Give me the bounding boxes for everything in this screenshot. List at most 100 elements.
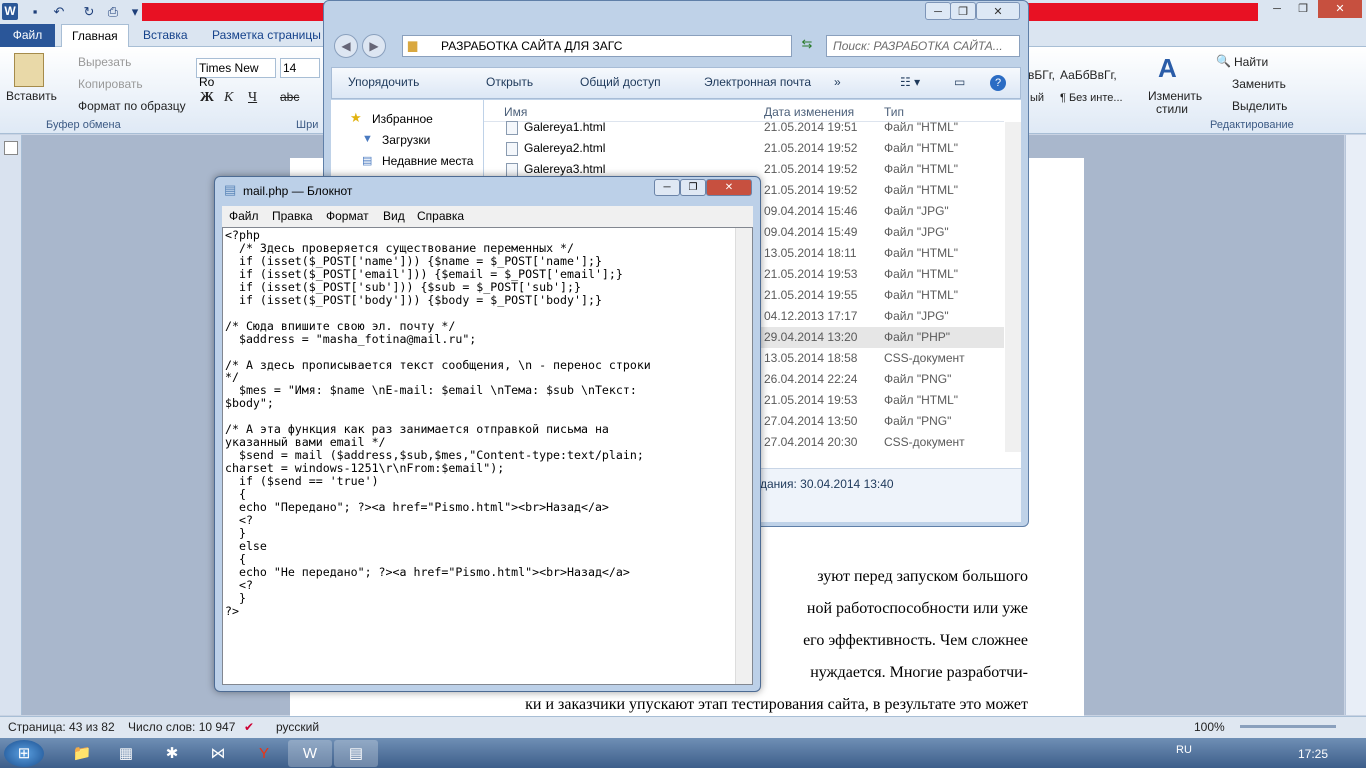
menu-format[interactable]: Формат [326,209,369,223]
zoom-level[interactable]: 100% [1194,720,1225,734]
tab-insert[interactable]: Вставка [133,24,198,47]
file-date: 29.04.2014 13:20 [764,330,858,344]
recent-places-icon: ▤ [362,155,373,167]
minimize-icon[interactable]: ─ [1264,0,1290,18]
app-taskbar-icon[interactable]: ✱ [150,740,194,767]
file-name: Galereya1.html [524,120,606,134]
menu-help[interactable]: Справка [417,209,464,223]
share-button[interactable]: Общий доступ [580,75,661,89]
redo-icon[interactable]: ↻ [80,3,98,21]
clock[interactable]: 17:25 [1298,747,1328,761]
file-type: Файл "HTML" [884,120,959,134]
find-icon[interactable]: 🔍 [1216,54,1231,68]
file-date: 21.05.2014 19:53 [764,393,858,407]
help-icon[interactable]: ? [990,75,1006,91]
menu-file[interactable]: Файл [229,209,259,223]
details-date: дания: 30.04.2014 13:40 [760,477,894,491]
file-type: Файл "HTML" [884,393,959,407]
downloads-icon: ▼ [362,133,373,145]
copy-button[interactable]: Копировать [78,77,143,91]
notepad-text[interactable]: <?php /* Здесь проверяется существование… [225,229,735,618]
restore-icon[interactable]: ❐ [1290,0,1316,18]
file-row[interactable]: Galereya1.html 21.05.2014 19:51 Файл "HTML… [484,117,1004,138]
print-preview-icon[interactable]: ⎙ [104,3,122,21]
format-painter-button[interactable]: Формат по образцу [78,99,186,113]
visual-studio-taskbar-icon[interactable]: ⋈ [196,740,240,767]
file-date: 21.05.2014 19:51 [764,120,858,134]
tab-file[interactable]: Файл [0,24,55,47]
preview-pane-icon[interactable]: ▭ [954,75,965,89]
tab-home[interactable]: Главная [61,24,129,48]
nav-recent-places[interactable]: Недавние места [382,154,482,168]
undo-icon[interactable]: ↶ [50,3,68,21]
organize-button[interactable]: Упорядочить [348,75,419,89]
zoom-slider[interactable] [1240,725,1336,728]
select-button[interactable]: Выделить [1232,99,1287,113]
nav-downloads[interactable]: Загрузки [382,133,430,147]
file-type: Файл "HTML" [884,183,959,197]
file-type: Файл "HTML" [884,246,959,260]
menu-edit[interactable]: Правка [272,209,313,223]
file-type: CSS-документ [884,435,965,449]
calculator-taskbar-icon[interactable]: ▦ [104,740,148,767]
file-list-scrollbar[interactable] [1005,122,1021,452]
address-bar[interactable]: РАЗРАБОТКА САЙТА ДЛЯ ЗАГС [402,35,792,57]
file-date: 26.04.2014 22:24 [764,372,858,386]
email-button[interactable]: Электронная почта [704,75,811,89]
explorer-taskbar-icon[interactable]: 📁 [60,740,104,767]
strikethrough-button[interactable]: abc [280,90,299,104]
find-button[interactable]: Найти [1234,55,1268,69]
notepad-scrollbar[interactable] [735,228,752,684]
style-no-spacing[interactable]: АаБбВвГг, [1060,68,1117,82]
bold-button[interactable]: Ж [200,90,214,106]
menu-view[interactable]: Вид [383,209,405,223]
save-icon[interactable]: ▪ [26,3,44,21]
change-styles-button[interactable]: Изменить [1148,89,1202,103]
refresh-icon[interactable]: ⇆ [796,36,818,56]
page-count[interactable]: Страница: 43 из 82 [8,720,115,734]
open-button[interactable]: Открыть [486,75,533,89]
document-scrollbar[interactable] [1345,135,1366,715]
nav-favorites[interactable]: Избранное [372,112,433,126]
back-button[interactable]: ◀ [334,34,358,58]
file-date: 21.05.2014 19:52 [764,141,858,155]
file-icon [506,163,518,177]
explorer-close-icon[interactable]: ✕ [976,2,1020,20]
change-styles-icon[interactable]: A [1158,53,1177,84]
paste-icon[interactable] [14,53,44,87]
language-bar[interactable]: RU [1176,744,1192,756]
tab-selector[interactable] [4,141,18,155]
file-date: 09.04.2014 15:46 [764,204,858,218]
yandex-taskbar-icon[interactable]: Y [242,740,286,767]
view-icon[interactable]: ☷ ▾ [900,75,920,89]
cut-button[interactable]: Вырезать [78,55,131,69]
replace-button[interactable]: Заменить [1232,77,1286,91]
paste-button[interactable]: Вставить [6,89,57,103]
font-group-label: Шри [296,119,319,131]
word-taskbar-icon[interactable]: W [288,740,332,767]
notepad-close-icon[interactable]: ✕ [706,179,752,196]
forward-button[interactable]: ▶ [362,34,386,58]
underline-button[interactable]: Ч [248,90,257,106]
file-row[interactable]: Galereya2.html 21.05.2014 19:52 Файл "HTML… [484,138,1004,159]
more-button[interactable]: » [834,75,841,89]
notepad-minimize-icon[interactable]: ─ [654,179,680,196]
file-date: 09.04.2014 15:49 [764,225,858,239]
tab-page-layout[interactable]: Разметка страницы [202,24,331,47]
explorer-minimize-icon[interactable]: ─ [925,2,951,20]
file-type: Файл "PHP" [884,330,951,344]
explorer-maximize-icon[interactable]: ❐ [950,2,976,20]
font-size-input[interactable]: 14 [280,58,320,78]
font-name-input[interactable]: Times New Ro [196,58,276,89]
notepad-taskbar-icon[interactable]: ▤ [334,740,378,767]
word-count[interactable]: Число слов: 10 947 [128,720,235,734]
notepad-maximize-icon[interactable]: ❐ [680,179,706,196]
search-input[interactable]: Поиск: РАЗРАБОТКА САЙТА... [826,35,1020,57]
notepad-icon: ▤ [224,182,237,197]
close-icon[interactable]: ✕ [1318,0,1362,18]
italic-button[interactable]: К [224,90,233,106]
language-indicator[interactable]: русский [276,720,319,734]
start-button[interactable]: ⊞ [4,740,44,767]
spellcheck-icon[interactable]: ✔ [244,720,254,734]
style-normal[interactable]: вБГг, [1028,68,1055,82]
